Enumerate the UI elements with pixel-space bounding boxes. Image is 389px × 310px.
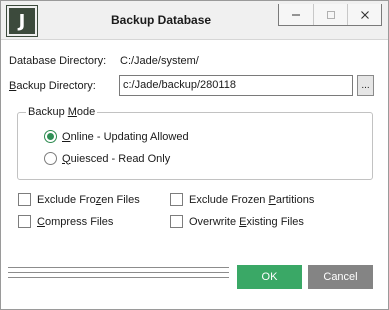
separator-line — [8, 267, 229, 268]
backup-mode-title: Backup Mode — [26, 106, 98, 118]
title-bar[interactable]: J Backup Database — [1, 1, 388, 39]
exclude-frozen-partitions-pre: Exclude Frozen — [189, 193, 269, 206]
radio-quiesced-mnemonic: Q — [62, 152, 71, 165]
minimize-icon — [292, 14, 300, 15]
backup-mode-title-mnemonic: M — [67, 106, 77, 118]
compress-files-label: Compress Files — [37, 216, 113, 228]
backup-directory-label: Backup Directory: — [9, 80, 96, 92]
overwrite-existing-files-pre: Overwrite — [189, 215, 240, 228]
overwrite-existing-files-label: Overwrite Existing Files — [189, 216, 304, 228]
exclude-frozen-files-label: Exclude Frozen Files — [37, 194, 140, 206]
exclude-frozen-files-pre: Exclude Fro — [37, 193, 96, 206]
browse-button[interactable]: ... — [357, 75, 374, 96]
radio-quiesced-rest: uiesced - Read Only — [70, 152, 171, 165]
database-directory-value: C:/Jade/system/ — [120, 55, 199, 67]
radio-online-mnemonic: O — [62, 130, 71, 143]
exclude-frozen-partitions-mnemonic: P — [268, 193, 276, 206]
radio-online[interactable]: Online - Updating Allowed — [44, 130, 189, 143]
radio-quiesced-label: Quiesced - Read Only — [62, 153, 170, 165]
exclude-frozen-partitions-box[interactable] — [170, 193, 183, 206]
maximize-icon — [326, 10, 335, 19]
compress-files-mnemonic: C — [37, 215, 45, 228]
cancel-button[interactable]: Cancel — [308, 265, 373, 289]
exclude-frozen-files-box[interactable] — [18, 193, 31, 206]
backup-mode-title-rest: ode — [76, 106, 96, 118]
radio-online-rest: nline - Updating Allowed — [70, 130, 189, 143]
database-directory-label: Database Directory: — [9, 55, 107, 67]
separator-line — [8, 272, 229, 273]
radio-quiesced[interactable]: Quiesced - Read Only — [44, 152, 170, 165]
exclude-frozen-files-rest: en Files — [101, 193, 140, 206]
backup-directory-input[interactable]: c:/Jade/backup/280118 — [119, 75, 353, 96]
radio-online-label: Online - Updating Allowed — [62, 131, 189, 143]
dialog-content: Database Directory: C:/Jade/system/ Back… — [1, 39, 388, 309]
backup-directory-label-rest: ackup Directory: — [16, 80, 96, 92]
exclude-frozen-partitions-label: Exclude Frozen Partitions — [189, 194, 314, 206]
compress-files-rest: ompress Files — [44, 215, 114, 228]
exclude-frozen-partitions-checkbox[interactable]: Exclude Frozen Partitions — [170, 193, 314, 206]
window-title: Backup Database — [111, 13, 212, 27]
window-controls — [278, 4, 382, 26]
compress-files-checkbox[interactable]: Compress Files — [18, 215, 113, 228]
overwrite-existing-files-checkbox[interactable]: Overwrite Existing Files — [170, 215, 304, 228]
radio-quiesced-indicator[interactable] — [44, 152, 57, 165]
close-icon — [360, 10, 369, 19]
exclude-frozen-partitions-rest: artitions — [275, 193, 315, 206]
backup-database-dialog: J Backup Database Database Directory: C:… — [0, 0, 389, 310]
close-button[interactable] — [347, 4, 381, 25]
backup-mode-title-pre: Backup — [28, 106, 68, 118]
jade-logo: J — [6, 5, 38, 37]
backup-mode-group: Backup Mode Online - Updating Allowed Qu… — [17, 106, 373, 180]
ok-button[interactable]: OK — [237, 265, 302, 289]
exclude-frozen-files-checkbox[interactable]: Exclude Frozen Files — [18, 193, 140, 206]
minimize-button[interactable] — [279, 4, 313, 25]
radio-online-indicator[interactable] — [44, 130, 57, 143]
separator-line — [8, 277, 229, 278]
radio-selected-dot — [47, 133, 54, 140]
compress-files-box[interactable] — [18, 215, 31, 228]
maximize-button[interactable] — [313, 4, 347, 25]
overwrite-existing-files-box[interactable] — [170, 215, 183, 228]
overwrite-existing-files-rest: xisting Files — [246, 215, 304, 228]
